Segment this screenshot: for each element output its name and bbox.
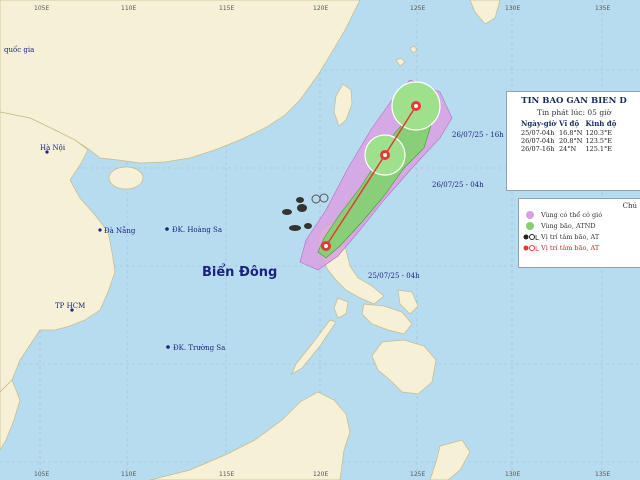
svg-text:L: L: [535, 245, 539, 253]
track-label-1: 25/07/25 - 04h: [368, 272, 420, 280]
svg-text:110E: 110E: [121, 471, 136, 478]
country-label: quốc gia: [4, 45, 34, 54]
svg-text:115E: 115E: [219, 471, 234, 478]
storm-issued-time: Tin phát lúc: 05 giờ: [536, 108, 612, 117]
danang-label: Đà Nẵng: [104, 226, 136, 235]
header-lon: Kinh độ: [585, 119, 617, 128]
red-storm-symbols-icon: L: [523, 245, 539, 253]
legend-panel: Chú Vùng có thể có gió Vùng bão, ATND L …: [518, 198, 640, 268]
svg-text:105E: 105E: [34, 5, 49, 12]
sea-label: Biển Đông: [202, 264, 277, 280]
black-storm-symbols-icon: L: [523, 234, 539, 242]
hoangsa-label: ĐK. Hoàng Sa: [172, 225, 222, 234]
svg-text:110E: 110E: [121, 5, 136, 12]
legend-item: Vùng bão, ATND: [519, 221, 640, 232]
storm-info-title: TIN BAO GAN BIEN D: [521, 96, 627, 106]
hcm-label: TP HCM: [55, 302, 85, 310]
svg-text:105E: 105E: [34, 471, 49, 478]
truongsa-label: ĐK. Trường Sa: [173, 344, 225, 352]
storm-forecast-table: Ngày-giờ Vĩ độ Kinh độ 25/07-04h 16.8°N 12…: [521, 119, 619, 153]
svg-text:115E: 115E: [219, 5, 234, 12]
legend-item: L Vị trí tâm bão, AT: [519, 232, 640, 243]
svg-text:125E: 125E: [410, 5, 425, 12]
track-label-3: 26/07/25 - 16h: [452, 131, 504, 139]
header-lat: Vĩ độ: [559, 119, 580, 128]
hanoi-label: Hà Nội: [40, 143, 66, 152]
legend-title: Chú: [622, 202, 637, 210]
svg-text:125E: 125E: [410, 471, 425, 478]
svg-text:130E: 130E: [505, 5, 520, 12]
svg-text:120E: 120E: [313, 471, 328, 478]
storm-info-panel: TIN BAO GAN BIEN D Tin phát lúc: 05 giờ …: [506, 91, 640, 191]
table-row: 26/07-04h 20.8°N 123.5°E: [521, 137, 613, 145]
svg-text:135E: 135E: [595, 471, 610, 478]
header-time: Ngày-giờ: [521, 119, 557, 128]
legend-item: L Vị trí tâm bão, AT: [519, 243, 640, 254]
svg-text:120E: 120E: [313, 5, 328, 12]
hainan-island: [108, 166, 144, 190]
legend-item: Vùng có thể có gió: [519, 210, 640, 221]
purple-area-icon: [526, 211, 534, 219]
svg-text:L: L: [535, 234, 539, 242]
track-label-2: 26/07/25 - 04h: [432, 181, 484, 189]
table-row: 26/07-16h 24°N 125.1°E: [521, 145, 613, 153]
green-area-icon: [526, 222, 534, 230]
svg-text:135E: 135E: [595, 5, 610, 12]
svg-text:130E: 130E: [505, 471, 520, 478]
table-row: 25/07-04h 16.8°N 120.3°E: [521, 129, 613, 137]
